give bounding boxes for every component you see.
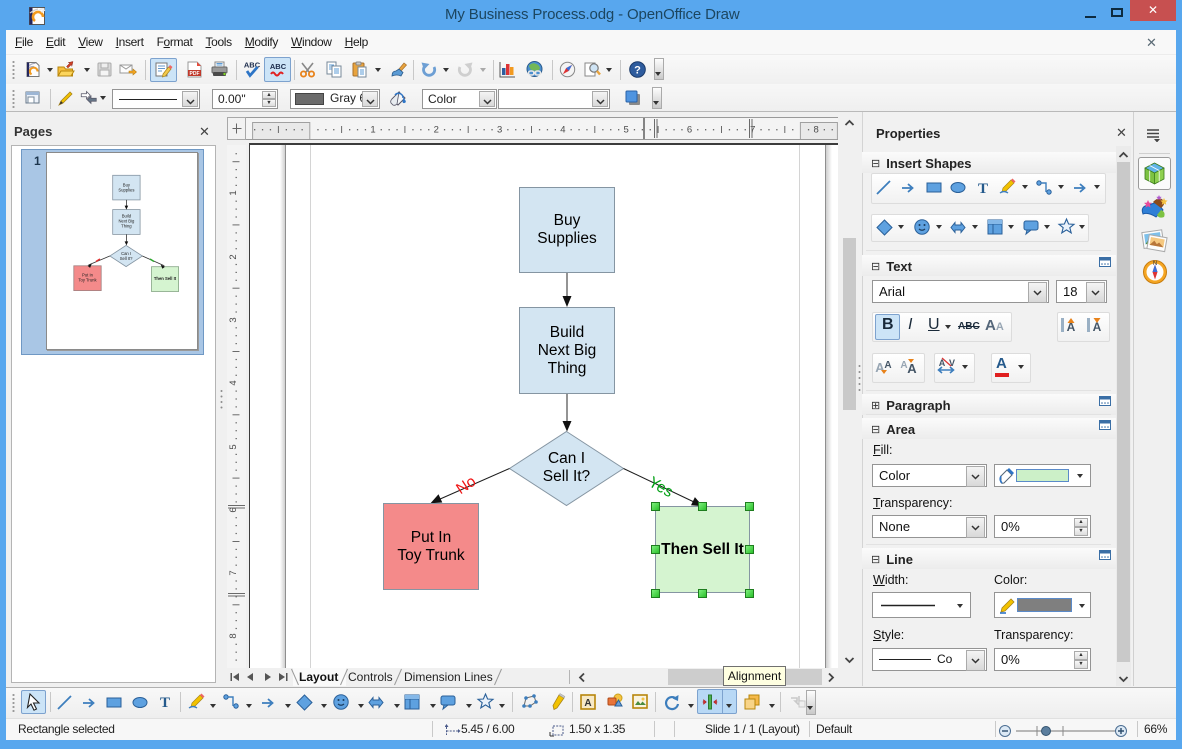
svg-text:8: 8 xyxy=(228,633,239,638)
svg-text:Toy Trunk: Toy Trunk xyxy=(78,278,97,283)
svg-text:Yes: Yes xyxy=(646,474,677,501)
svg-text:3: 3 xyxy=(497,125,502,136)
svg-text:5: 5 xyxy=(228,444,239,449)
svg-text:1: 1 xyxy=(370,125,375,136)
svg-text:2: 2 xyxy=(228,254,239,259)
svg-text:5: 5 xyxy=(624,125,629,136)
svg-text:A: A xyxy=(907,361,917,376)
svg-text:A: A xyxy=(884,360,891,371)
svg-text:3: 3 xyxy=(228,317,239,322)
svg-text:2: 2 xyxy=(434,125,439,136)
svg-text:T: T xyxy=(978,181,988,197)
svg-text:Sell It?: Sell It? xyxy=(120,256,133,261)
svg-text:PDF: PDF xyxy=(190,71,200,77)
svg-text:7: 7 xyxy=(750,125,755,136)
svg-text:4: 4 xyxy=(228,380,239,385)
svg-text:T: T xyxy=(160,695,170,711)
svg-text:A: A xyxy=(939,358,946,368)
svg-text:N: N xyxy=(1153,261,1157,267)
svg-text:6: 6 xyxy=(687,125,692,136)
svg-text:Can I: Can I xyxy=(548,450,585,467)
svg-text:8: 8 xyxy=(813,125,818,136)
svg-text:7: 7 xyxy=(228,570,239,575)
svg-text:Sell It?: Sell It? xyxy=(543,468,591,485)
svg-text:1: 1 xyxy=(228,190,239,195)
svg-text:ABC: ABC xyxy=(270,62,287,71)
svg-text:No: No xyxy=(453,473,479,498)
svg-text:4: 4 xyxy=(560,125,565,136)
svg-text:?: ? xyxy=(634,65,641,77)
svg-text:Thing: Thing xyxy=(121,224,132,229)
svg-text:A: A xyxy=(584,698,591,709)
svg-text:Then Sell It: Then Sell It xyxy=(154,276,177,281)
svg-text:Supplies: Supplies xyxy=(118,188,134,193)
svg-text:V: V xyxy=(949,358,955,368)
